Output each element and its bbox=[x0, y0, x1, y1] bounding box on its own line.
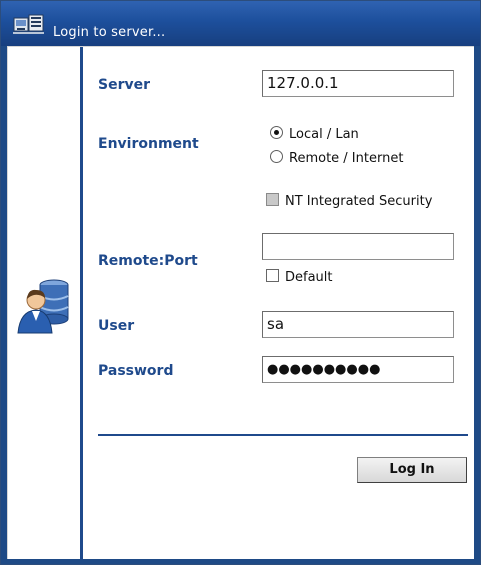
server-icon bbox=[13, 14, 44, 34]
nt-security-checkbox bbox=[266, 193, 279, 206]
password-input[interactable]: ●●●●●●●●●● bbox=[262, 356, 454, 383]
remote-port-input[interactable] bbox=[262, 233, 454, 260]
user-input[interactable]: sa bbox=[262, 311, 454, 338]
environment-label: Environment bbox=[98, 136, 199, 152]
radio-button-checked[interactable] bbox=[270, 126, 283, 139]
default-label: Default bbox=[285, 270, 333, 285]
radio-remote-internet[interactable]: Remote / Internet bbox=[270, 150, 403, 168]
default-port-option[interactable]: Default bbox=[266, 269, 333, 286]
radio-button[interactable] bbox=[270, 150, 283, 163]
server-input[interactable]: 127.0.0.1 bbox=[262, 70, 454, 97]
section-divider bbox=[98, 434, 468, 436]
left-divider bbox=[80, 47, 83, 560]
database-user-icon bbox=[17, 279, 69, 334]
nt-integrated-security: NT Integrated Security bbox=[266, 193, 433, 210]
radio-remote-internet-label: Remote / Internet bbox=[289, 151, 404, 166]
remote-port-label: Remote:Port bbox=[98, 253, 198, 269]
user-label: User bbox=[98, 318, 135, 334]
log-in-button[interactable]: Log In bbox=[357, 457, 467, 483]
server-label: Server bbox=[98, 77, 151, 93]
radio-local-lan[interactable]: Local / Lan bbox=[270, 126, 359, 144]
default-checkbox[interactable] bbox=[266, 269, 279, 282]
nt-security-label: NT Integrated Security bbox=[285, 194, 433, 209]
login-window: Login to server... Server 127.0.0.1 Envi… bbox=[0, 0, 481, 565]
window-title: Login to server... bbox=[53, 25, 166, 40]
login-panel: Server 127.0.0.1 Environment Local / Lan… bbox=[7, 46, 474, 560]
title-bar[interactable]: Login to server... bbox=[1, 1, 480, 46]
password-label: Password bbox=[98, 363, 174, 379]
radio-local-lan-label: Local / Lan bbox=[289, 127, 359, 142]
